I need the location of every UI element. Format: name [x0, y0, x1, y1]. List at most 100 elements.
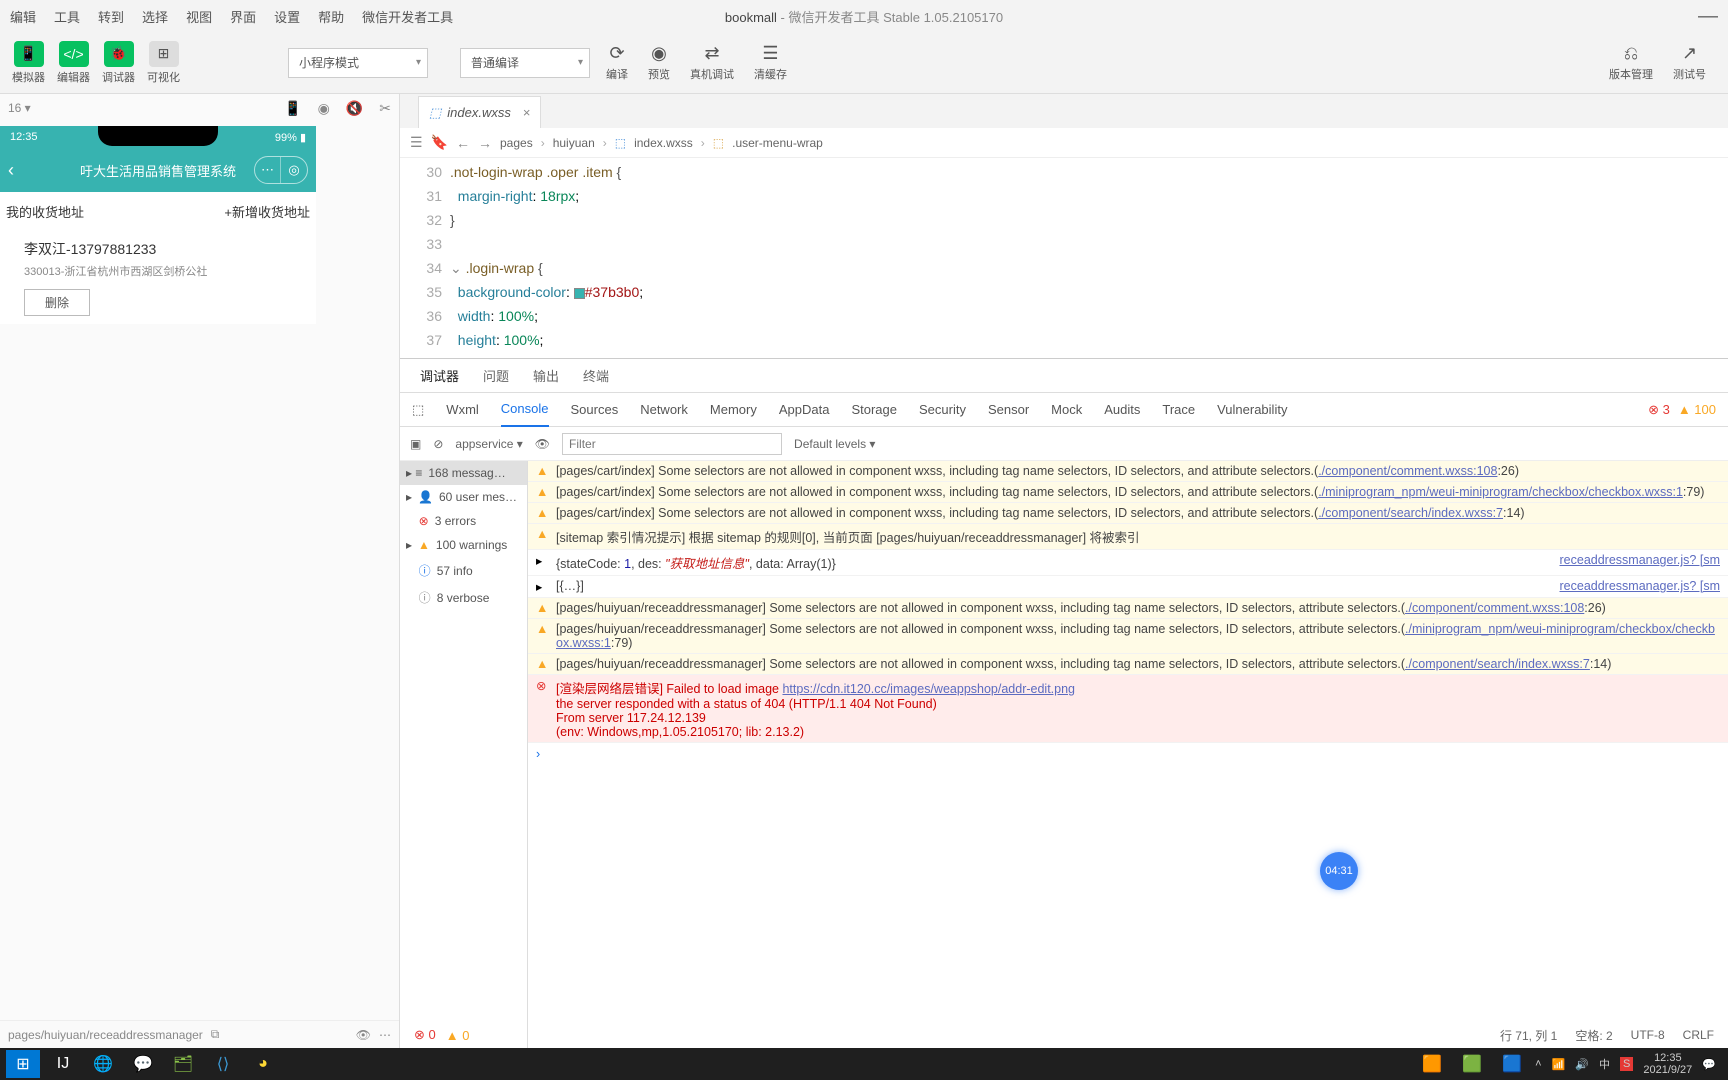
delete-button[interactable]: 删除 — [24, 289, 90, 316]
tray-up-icon[interactable]: ˄ — [1535, 1058, 1541, 1070]
nav-back-icon[interactable]: ← — [456, 135, 470, 151]
warn-count-badge[interactable]: ▲ 100 — [1678, 402, 1716, 417]
tab-audits[interactable]: Audits — [1104, 402, 1140, 417]
taskbar: ⊞ IJ 🌐 💬 🗂 ⟨⟩ ◕ 🟧 🟩 🟦 ˄ 📶 🔊 中 S 12:35202… — [0, 1048, 1728, 1080]
console-messages[interactable]: ▲[pages/cart/index] Some selectors are n… — [528, 461, 1728, 1048]
preview-icon[interactable]: ◉ — [651, 43, 667, 64]
menu-view[interactable]: 视图 — [186, 7, 212, 26]
tab-mock[interactable]: Mock — [1051, 402, 1082, 417]
filter-input[interactable] — [562, 433, 782, 455]
clear-cache-icon[interactable]: ☰ — [762, 43, 778, 64]
zoom-dropdown[interactable]: 16 ▾ — [8, 101, 31, 115]
tab-appdata[interactable]: AppData — [779, 402, 830, 417]
compile-icon[interactable]: ⟳ — [609, 43, 624, 64]
menu-settings[interactable]: 设置 — [274, 7, 300, 26]
menu-select[interactable]: 选择 — [142, 7, 168, 26]
menu-goto[interactable]: 转到 — [98, 7, 124, 26]
simulator-button[interactable]: 📱 — [14, 41, 44, 67]
tab-storage[interactable]: Storage — [851, 402, 897, 417]
tab-sources[interactable]: Sources — [571, 402, 619, 417]
simulator-panel: 16 ▾ 📱 ◉ 🔇 ✂ 12:35 99% ▮ ‹ 吁大生活用品销售管理系统 … — [0, 94, 400, 1048]
device-icon[interactable]: 📱 — [284, 100, 301, 117]
encoding[interactable]: UTF-8 — [1631, 1028, 1665, 1042]
file-tab[interactable]: ⬚ index.wxss × — [418, 96, 541, 128]
nav-fwd-icon[interactable]: → — [478, 135, 492, 151]
side-user[interactable]: ▸ 👤 60 user mes… — [400, 485, 527, 509]
eye-icon[interactable]: 👁 — [356, 1028, 371, 1042]
tray-clock[interactable]: 12:352021/9/27 — [1643, 1052, 1692, 1076]
tab-security[interactable]: Security — [919, 402, 966, 417]
remote-debug-icon[interactable]: ⇄ — [704, 43, 719, 64]
side-warnings[interactable]: ▸ ▲ 100 warnings — [400, 533, 527, 557]
tray-sogou[interactable]: S — [1620, 1057, 1633, 1071]
app-browser[interactable]: 🌐 — [86, 1050, 120, 1078]
my-address-label: 我的收货地址 — [6, 202, 84, 221]
tab-wxml[interactable]: Wxml — [446, 402, 479, 417]
indent[interactable]: 空格: 2 — [1575, 1027, 1612, 1044]
tray-icon3[interactable]: 🟦 — [1495, 1050, 1529, 1078]
tab-terminal[interactable]: 终端 — [583, 366, 609, 385]
scope-dropdown[interactable]: appservice ▾ — [455, 437, 522, 451]
tab-console[interactable]: Console — [501, 393, 549, 427]
side-errors[interactable]: ⊗ 3 errors — [400, 509, 527, 533]
add-address-button[interactable]: +新增收货地址 — [224, 202, 310, 221]
menu-devtools[interactable]: 微信开发者工具 — [362, 7, 453, 26]
code-editor[interactable]: 3031323334353637 .not-login-wrap .oper .… — [400, 158, 1728, 358]
tab-sensor[interactable]: Sensor — [988, 402, 1029, 417]
record-icon[interactable]: ◉ — [318, 100, 330, 117]
menu-edit[interactable]: 编辑 — [10, 7, 36, 26]
bookmark-icon[interactable]: 🔖 — [431, 134, 448, 151]
test-icon[interactable]: ↗ — [1682, 43, 1697, 64]
toggle-sidebar-icon[interactable]: ▣ — [410, 437, 421, 451]
app-unknown1[interactable]: 🗂 — [166, 1050, 200, 1078]
minimize-button[interactable]: — — [1698, 5, 1718, 28]
address-card[interactable]: 李双江-13797881233 330013-浙江省杭州市西湖区剑桥公社 删除 — [0, 231, 316, 324]
menu-tools[interactable]: 工具 — [54, 7, 80, 26]
dots-icon[interactable]: ⋯ — [379, 1028, 391, 1042]
tab-memory[interactable]: Memory — [710, 402, 757, 417]
tab-problems[interactable]: 问题 — [483, 366, 509, 385]
timer-badge[interactable]: 04:31 — [1320, 852, 1358, 890]
debugger-button[interactable]: 🐞 — [104, 41, 134, 67]
close-tab-icon[interactable]: × — [523, 105, 531, 120]
tray-ime[interactable]: 中 — [1599, 1056, 1610, 1072]
clear-console-icon[interactable]: ⊘ — [433, 437, 443, 451]
menu-help[interactable]: 帮助 — [318, 7, 344, 26]
list-icon[interactable]: ☰ — [410, 134, 423, 151]
tab-debugger[interactable]: 调试器 — [420, 366, 459, 385]
app-idea[interactable]: IJ — [46, 1050, 80, 1078]
tab-output[interactable]: 输出 — [533, 366, 559, 385]
tab-vuln[interactable]: Vulnerability — [1217, 402, 1287, 417]
version-icon[interactable]: ⎌ — [1624, 43, 1638, 64]
cursor-pos[interactable]: 行 71, 列 1 — [1500, 1027, 1557, 1044]
tray-sound-icon[interactable]: 🔊 — [1575, 1058, 1589, 1071]
capsule[interactable]: ⋯◎ — [254, 156, 308, 184]
sound-icon[interactable]: 🔇 — [346, 100, 363, 117]
live-icon[interactable]: 👁 — [535, 437, 550, 451]
menu-ui[interactable]: 界面 — [230, 7, 256, 26]
inspect-icon[interactable]: ⬚ — [412, 402, 424, 418]
cut-icon[interactable]: ✂ — [379, 100, 391, 117]
mode-dropdown[interactable]: 小程序模式 — [288, 48, 428, 78]
tray-wifi-icon[interactable]: 📶 — [1552, 1058, 1566, 1071]
visualize-button[interactable]: ⊞ — [149, 41, 179, 67]
side-messages[interactable]: ▸ ≡ 168 messag… — [400, 461, 527, 485]
back-icon[interactable]: ‹ — [8, 160, 14, 181]
tray-icon2[interactable]: 🟩 — [1455, 1050, 1489, 1078]
compile-dropdown[interactable]: 普通编译 — [460, 48, 590, 78]
tab-network[interactable]: Network — [640, 402, 688, 417]
app-wechat[interactable]: 💬 — [126, 1050, 160, 1078]
side-info[interactable]: ⓘ 57 info — [400, 557, 527, 584]
error-count-badge[interactable]: ⊗ 3 — [1648, 402, 1670, 418]
start-button[interactable]: ⊞ — [6, 1050, 40, 1078]
app-vscode[interactable]: ⟨⟩ — [206, 1050, 240, 1078]
tab-trace[interactable]: Trace — [1162, 402, 1195, 417]
app-unknown2[interactable]: ◕ — [246, 1050, 280, 1078]
eol[interactable]: CRLF — [1683, 1028, 1714, 1042]
levels-dropdown[interactable]: Default levels ▾ — [794, 437, 875, 451]
tray-notif-icon[interactable]: 💬 — [1702, 1058, 1716, 1071]
tray-icon1[interactable]: 🟧 — [1415, 1050, 1449, 1078]
copy-path-icon[interactable]: ⧉ — [211, 1027, 220, 1042]
editor-button[interactable]: </> — [59, 41, 89, 67]
side-verbose[interactable]: ⓘ 8 verbose — [400, 584, 527, 611]
